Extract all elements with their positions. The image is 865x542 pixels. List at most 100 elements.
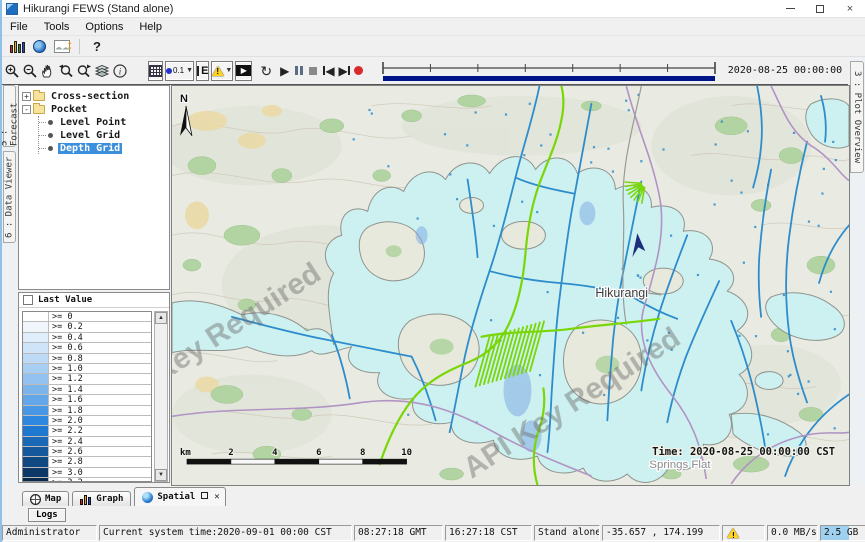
- legend-color-swatch: [23, 447, 49, 456]
- status-gmt-time: 08:27:18 GMT: [354, 525, 443, 541]
- scroll-down-icon[interactable]: ▼: [155, 469, 167, 481]
- legend-row[interactable]: >= 0.4: [23, 333, 151, 343]
- legend-row[interactable]: >= 1.0: [23, 364, 151, 374]
- export-animation-button[interactable]: ▶: [235, 61, 252, 81]
- legend-row[interactable]: >= 3.2: [23, 478, 151, 482]
- logs-button[interactable]: Logs: [28, 508, 66, 522]
- zoom-in-button[interactable]: [4, 61, 20, 81]
- map-canvas[interactable]: API Key Required API Key Required Hikura…: [172, 86, 849, 485]
- maximize-button[interactable]: [805, 0, 835, 17]
- tab-spatial[interactable]: Spatial ✕: [134, 487, 225, 506]
- legend-threshold-label: >= 1.4: [49, 385, 83, 394]
- bar-chart-icon: [80, 494, 92, 505]
- legend-row[interactable]: >= 2.4: [23, 437, 151, 447]
- grid-toggle-button[interactable]: [148, 61, 163, 81]
- menu-options[interactable]: Options: [77, 21, 131, 33]
- legend-row[interactable]: >= 2.0: [23, 416, 151, 426]
- legend-threshold-label: >= 0: [49, 312, 72, 321]
- menu-tools[interactable]: Tools: [36, 21, 78, 33]
- layers-tree[interactable]: + Cross-section - Pocket Level Point Lev…: [18, 85, 170, 290]
- timeline-slider[interactable]: [377, 59, 722, 83]
- step-back-button[interactable]: ◀: [323, 61, 334, 81]
- layers-icon[interactable]: [94, 61, 110, 81]
- legend-row[interactable]: >= 2.2: [23, 426, 151, 436]
- legend-threshold-label: >= 1.0: [49, 364, 83, 373]
- legend-row[interactable]: >= 1.6: [23, 395, 151, 405]
- legend-row[interactable]: >= 1.4: [23, 385, 151, 395]
- minimize-button[interactable]: [775, 0, 805, 17]
- zoom-next-button[interactable]: [76, 61, 92, 81]
- movie-icon: ▶: [236, 65, 251, 76]
- legend-color-swatch: [23, 322, 49, 331]
- legend-color-swatch: [23, 312, 49, 321]
- main-toolbar: ?: [2, 36, 865, 57]
- legend-header: Last Value: [19, 293, 169, 308]
- record-button[interactable]: [354, 61, 363, 81]
- pan-hand-icon[interactable]: [40, 61, 56, 81]
- legend-scrollbar[interactable]: ▲ ▼: [154, 311, 168, 482]
- legend-color-swatch: [23, 354, 49, 363]
- tab-map[interactable]: Map: [22, 491, 69, 506]
- tree-node-level-point[interactable]: Level Point: [39, 116, 169, 128]
- spatial-map[interactable]: API Key Required API Key Required Hikura…: [171, 85, 850, 486]
- map-display-icon[interactable]: [33, 40, 46, 53]
- tab-data-viewer[interactable]: 6 : Data Viewer: [3, 151, 16, 243]
- help-button[interactable]: ?: [93, 39, 101, 54]
- folder-icon: [33, 105, 45, 114]
- contour-label-button[interactable]: E: [196, 61, 209, 81]
- scroll-up-icon[interactable]: ▲: [155, 312, 167, 324]
- close-tab-button[interactable]: ✕: [214, 492, 219, 502]
- title-bar[interactable]: Hikurangi FEWS (Stand alone) ×: [2, 0, 865, 18]
- tree-node-level-grid[interactable]: Level Grid: [39, 129, 169, 141]
- info-button[interactable]: i: [112, 61, 128, 81]
- undock-button[interactable]: [201, 492, 208, 502]
- status-memory[interactable]: 2.5 GB: [820, 525, 865, 541]
- data-editor-icon[interactable]: [54, 40, 70, 53]
- tab-graph[interactable]: Graph: [72, 491, 131, 506]
- bullet-icon: [48, 120, 53, 125]
- zoom-out-button[interactable]: [22, 61, 38, 81]
- legend-row[interactable]: >= 0.6: [23, 343, 151, 353]
- record-icon: [354, 66, 363, 75]
- tree-node-pocket[interactable]: - Pocket: [22, 103, 169, 115]
- pause-button[interactable]: [295, 61, 303, 81]
- legend-row[interactable]: >= 3.0: [23, 468, 151, 478]
- legend-row[interactable]: >= 1.2: [23, 374, 151, 384]
- bottom-tab-bar: Map Graph Spatial ✕: [17, 486, 865, 506]
- legend-color-swatch: [23, 416, 49, 425]
- legend-row[interactable]: >= 0: [23, 312, 151, 322]
- close-button[interactable]: ×: [835, 0, 865, 17]
- last-value-checkbox[interactable]: [23, 295, 33, 305]
- legend-row[interactable]: >= 0.8: [23, 354, 151, 364]
- legend-color-swatch: [23, 385, 49, 394]
- legend-row[interactable]: >= 1.8: [23, 406, 151, 416]
- step-forward-button[interactable]: ▶: [339, 61, 350, 81]
- expand-icon[interactable]: +: [22, 92, 31, 101]
- close-icon: ×: [847, 3, 853, 15]
- status-warning[interactable]: [722, 525, 765, 541]
- play-button[interactable]: ▶: [280, 61, 289, 81]
- thresholds-dropdown[interactable]: ▼: [211, 61, 233, 81]
- legend-list[interactable]: >= 0>= 0.2>= 0.4>= 0.6>= 0.8>= 1.0>= 1.2…: [22, 311, 152, 482]
- menu-help[interactable]: Help: [131, 21, 170, 33]
- tab-forecast[interactable]: 5 : Forecast: [3, 85, 16, 147]
- legend-row[interactable]: >= 0.2: [23, 322, 151, 332]
- pause-icon: [295, 66, 303, 75]
- tree-node-depth-grid[interactable]: Depth Grid: [39, 142, 169, 154]
- legend-color-swatch: [23, 374, 49, 383]
- menu-file[interactable]: File: [2, 21, 36, 33]
- collapse-icon[interactable]: -: [22, 105, 31, 114]
- legend-row[interactable]: >= 2.6: [23, 447, 151, 457]
- animation-settings-button[interactable]: ↻: [260, 61, 272, 81]
- legend-threshold-label: >= 2.8: [49, 457, 83, 466]
- database-icon[interactable]: [10, 40, 25, 53]
- timeline-period-bar: [383, 76, 715, 81]
- tree-node-cross-section[interactable]: + Cross-section: [22, 90, 169, 102]
- legend-row[interactable]: >= 2.8: [23, 457, 151, 467]
- chevron-down-icon: ▼: [186, 67, 193, 74]
- tab-plot-overview[interactable]: 3 : Plot Overview: [850, 61, 864, 173]
- zoom-previous-button[interactable]: [58, 61, 74, 81]
- stop-button[interactable]: [309, 61, 317, 81]
- classbreaks-dropdown[interactable]: 0.1 ▼: [165, 61, 194, 81]
- legend-threshold-label: >= 1.8: [49, 406, 83, 415]
